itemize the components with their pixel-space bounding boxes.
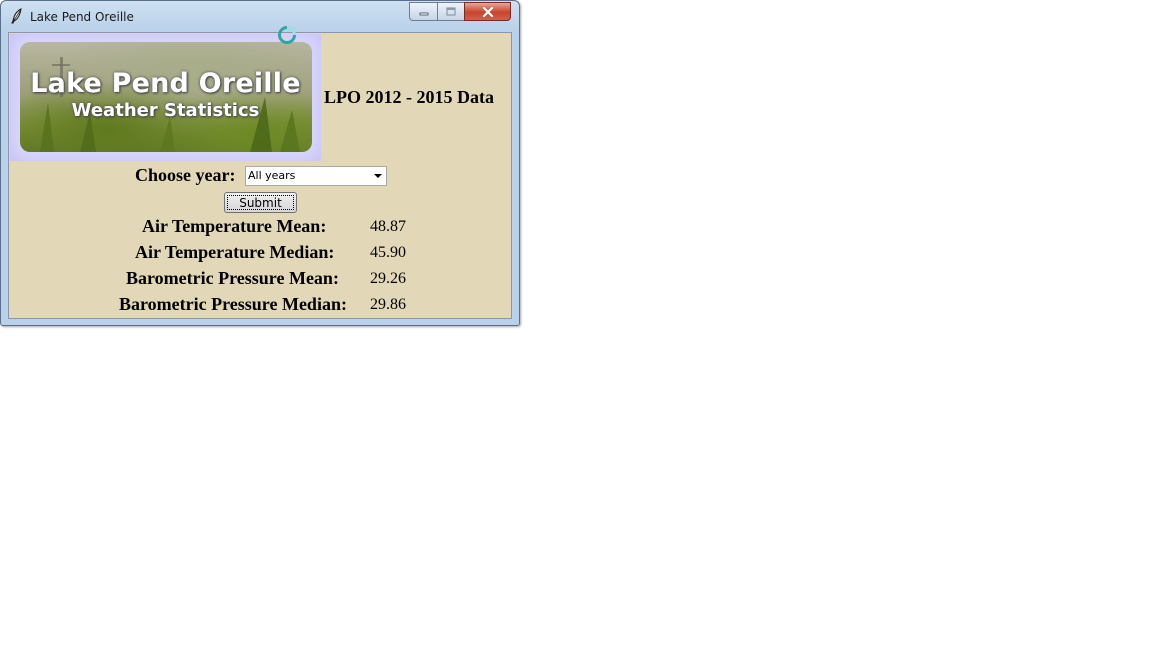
submit-button[interactable]: Submit [224,192,297,213]
banner-image: Lake Pend Oreille Weather Statistics [10,34,321,161]
maximize-icon [446,7,456,16]
stat-label-air-temp-mean: Air Temperature Mean: [142,216,327,236]
stat-value-pressure-median: 29.86 [370,296,406,313]
banner-title: Lake Pend Oreille [30,68,301,99]
stat-value-air-temp-mean: 48.87 [370,218,406,235]
data-range-heading: LPO 2012 - 2015 Data [324,87,494,107]
stat-label-pressure-mean: Barometric Pressure Mean: [126,268,339,288]
busy-cursor-icon [278,26,296,44]
title-bar[interactable]: Lake Pend Oreille [1,1,519,31]
stat-value-air-temp-median: 45.90 [370,244,406,261]
close-icon [482,6,493,17]
stat-label-pressure-median: Barometric Pressure Median: [119,294,347,314]
client-area: Lake Pend Oreille Weather Statistics LPO… [8,32,512,319]
window-title: Lake Pend Oreille [30,10,134,24]
close-button[interactable] [464,2,511,21]
maximize-button[interactable] [437,2,464,21]
banner-subtitle: Weather Statistics [71,100,260,121]
year-label: Choose year: [135,165,236,185]
stat-label-air-temp-median: Air Temperature Median: [135,242,335,262]
app-window: Lake Pend Oreille Lake Pend Oreille Weat… [0,0,520,326]
minimize-icon [419,12,428,15]
stat-value-pressure-mean: 29.26 [370,270,406,287]
feather-icon [11,8,22,24]
chevron-down-icon[interactable] [374,174,382,178]
minimize-button[interactable] [409,2,437,21]
year-dropdown[interactable]: All years [245,166,387,186]
caption-buttons [409,2,511,22]
year-dropdown-value: All years [248,169,296,182]
